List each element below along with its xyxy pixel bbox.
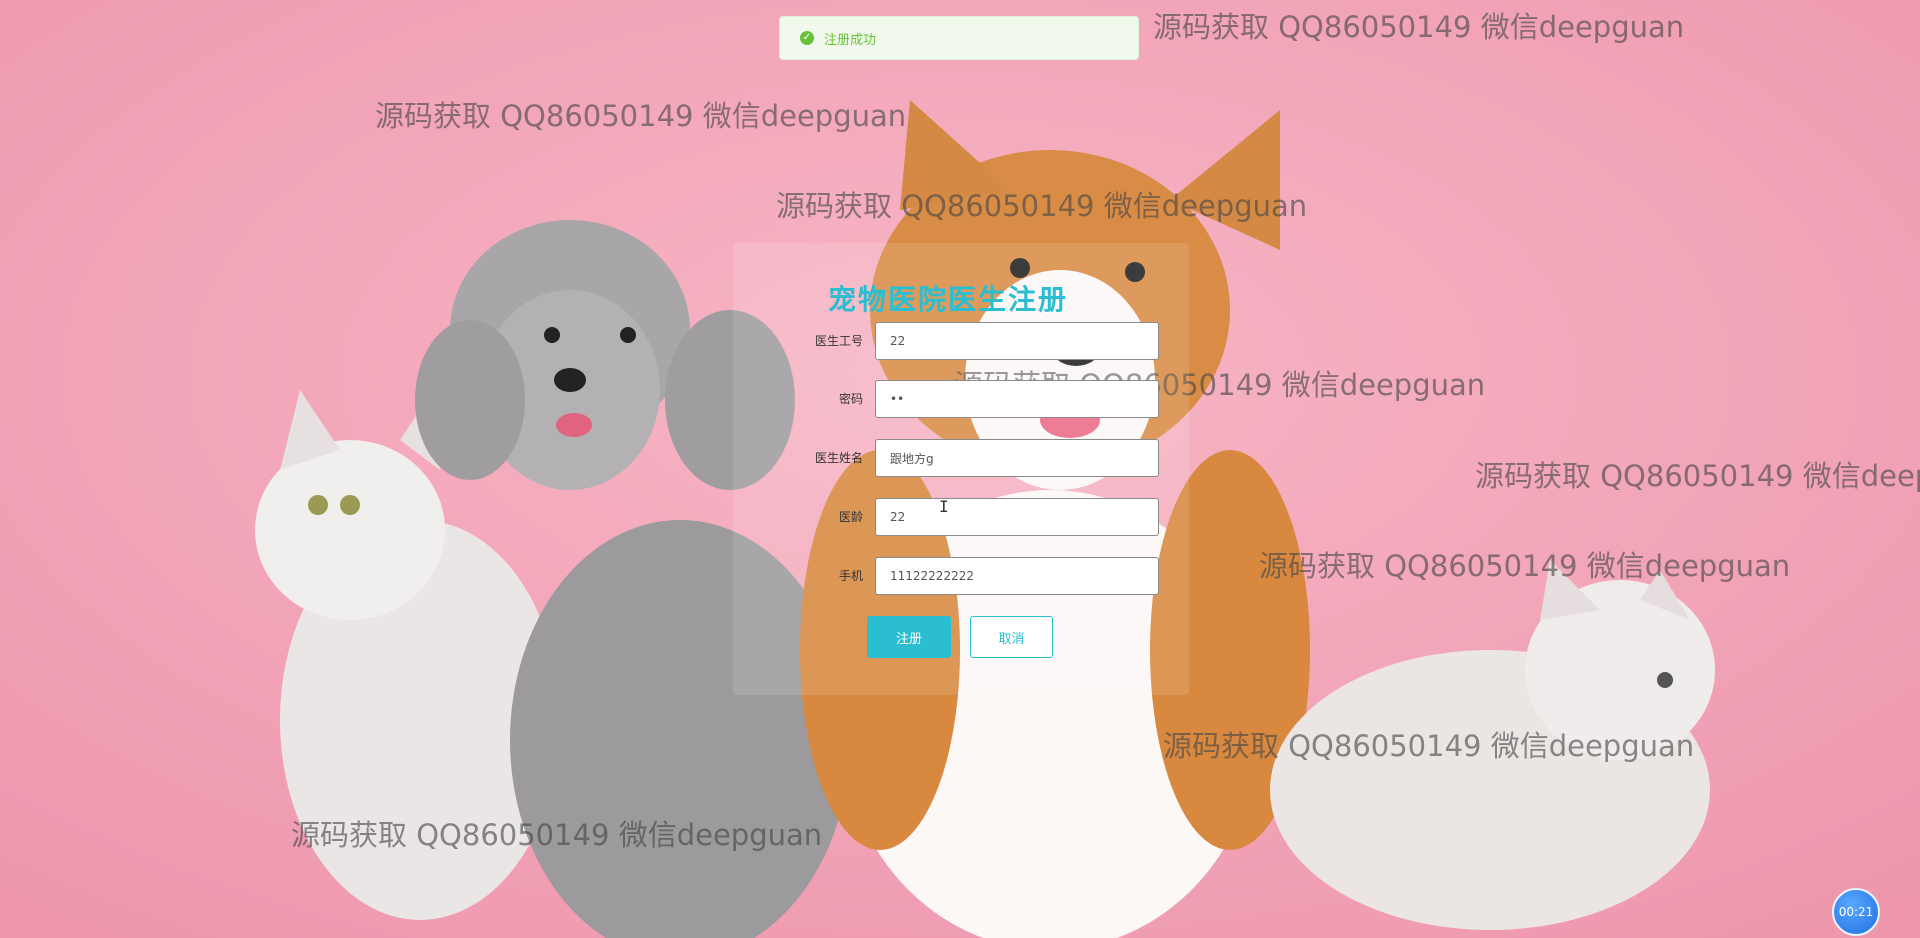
check-circle-icon: ✓ — [800, 31, 814, 45]
form-row-phone: 手机 — [733, 557, 1163, 595]
success-toast: ✓ 注册成功 — [779, 16, 1139, 60]
years-label: 医龄 — [838, 510, 863, 524]
register-button[interactable]: 注册 — [867, 616, 951, 658]
doctor-name-label: 医生姓名 — [814, 451, 863, 465]
password-label: 密码 — [838, 392, 863, 406]
phone-label: 手机 — [838, 569, 863, 583]
doctor-name-input[interactable] — [875, 439, 1159, 477]
doctor-id-label: 医生工号 — [814, 334, 863, 348]
text-cursor-icon: I — [939, 497, 949, 516]
form-row-doctor-id: 医生工号 — [733, 322, 1163, 360]
password-input[interactable] — [875, 380, 1159, 418]
form-row-doctor-name: 医生姓名 — [733, 439, 1163, 477]
recording-timer[interactable]: 00:21 — [1832, 888, 1880, 936]
form-row-password: 密码 — [733, 380, 1163, 418]
phone-input[interactable] — [875, 557, 1159, 595]
doctor-id-input[interactable] — [875, 322, 1159, 360]
toast-message: 注册成功 — [824, 32, 877, 48]
timer-text: 00:21 — [1838, 905, 1874, 919]
years-input[interactable] — [875, 498, 1159, 536]
cancel-button[interactable]: 取消 — [970, 616, 1053, 658]
page-title: 宠物医院医生注册 — [828, 283, 1069, 316]
